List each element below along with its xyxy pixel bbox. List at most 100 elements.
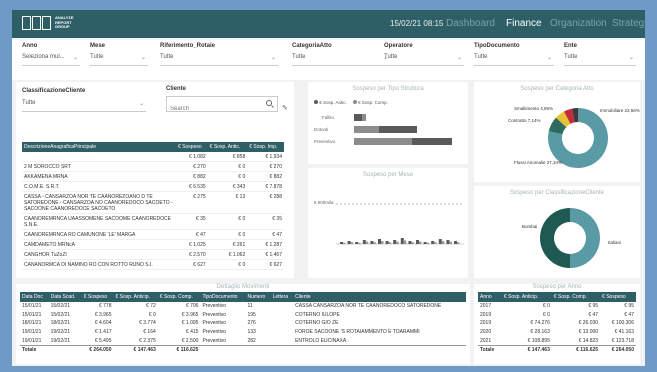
bar[interactable] [354,114,362,121]
bar[interactable] [378,239,381,244]
filter-select[interactable]: Tutte ⌄ [564,54,636,66]
bar[interactable] [408,241,412,244]
table-row[interactable]: CASSA - CANSARZOA NOR TE CAANOREZOANO D … [22,191,284,214]
filter-select[interactable]: Seleziona mul... ⌄ [22,54,80,66]
bar[interactable] [411,242,414,244]
column-header[interactable]: € Sospeso [600,292,636,302]
filter-operatore[interactable]: Operatore Tutte ⌄ [384,43,464,66]
classificazione-filter[interactable]: ClassificazioneCliente Tutte ⌄ [22,88,146,112]
filter-select[interactable]: Tutte ⌄ [292,54,390,66]
table-row[interactable]: CAANOREMRNCA RO CAMUNONE 'LE' MARGA € 47 €… [22,229,284,240]
bar[interactable] [446,240,450,244]
bar[interactable] [431,241,435,244]
classificazione-select[interactable]: Tutte ⌄ [22,100,146,112]
nav-finance[interactable]: Finance [506,18,542,29]
bar[interactable] [385,241,389,244]
column-header[interactable]: € Sosp. Antic. [207,142,248,152]
filter-select[interactable]: Tutte ⌄ [90,54,148,66]
column-header[interactable]: € Sosp. Anticip. [501,292,552,302]
bar[interactable] [426,242,430,244]
filter-tipo-documento[interactable]: TipoDocumento Tutte ⌄ [474,43,554,66]
column-header[interactable]: € Sosp. Imp. [247,142,284,152]
column-header[interactable]: € Sospeso [81,292,114,302]
table-row[interactable]: 19/01/21 19/02/21 € 5.495 € 2.375 € 2.500 Pre… [20,336,466,345]
filter-select[interactable]: Tutte ⌄ [160,54,278,66]
bar[interactable] [365,241,369,244]
bar[interactable] [438,239,442,244]
bar[interactable] [355,242,359,244]
table-row[interactable]: CAMDAMETO MRNcA € 1.025 € 261 € 1.287 [22,239,284,250]
column-header[interactable]: Cliente [293,292,466,302]
table-row[interactable]: 2 M SOROCCO SRT € 270 € 0 € 270 [22,161,284,172]
bar[interactable] [396,241,399,244]
bar[interactable] [393,240,397,244]
column-header[interactable]: Data Doc [20,292,49,302]
table-row[interactable]: € 1.082 € 858 € 1.934 [22,152,284,162]
donut-slice[interactable] [540,208,570,268]
column-header[interactable]: € Sosp. Comp. [551,292,601,302]
table-row[interactable]: AKKAMENA MRNA € 882 € 0 € 882 [22,171,284,182]
column-header[interactable]: DescrizioneAnagraficaPrincipale [22,142,176,152]
bar[interactable] [419,241,422,244]
table-row[interactable]: 18/01/21 18/02/21 € 4.604 € 3.774 € 1.095 Pre… [20,319,466,328]
table-row[interactable]: 2019 € 0 € 47 € 47 [478,311,636,320]
table-row[interactable]: CAANOREMRNCA UAASSOMENE SACOOME CAANORED… [22,213,284,230]
table-row[interactable]: 15/01/21 15/02/21 € 778 € 72 € 706 Preventivo… [20,302,466,311]
bar[interactable] [423,242,427,244]
bar[interactable] [347,241,351,244]
table-row[interactable]: 2020 € 28.163 € 13.000 € 41.163 [478,328,636,337]
filter-mese[interactable]: Mese Tutte ⌄ [90,43,148,66]
nav-organization[interactable]: Organization [550,18,607,29]
eraser-icon[interactable]: ✎ [282,104,288,112]
bar[interactable] [403,240,407,244]
column-header[interactable]: € Sosp. Comp. [157,292,201,302]
column-header[interactable]: Anno [478,292,502,302]
bar[interactable] [370,241,374,244]
filter-select[interactable]: Tutte ⌄ [474,54,554,66]
bar[interactable] [362,240,366,244]
bar[interactable] [350,242,354,244]
column-header[interactable]: TipoDocumento [200,292,246,302]
bar[interactable] [373,242,376,244]
donut-slice[interactable] [570,208,600,268]
table-row[interactable]: CANGHOR TuZoZI € 2.570 € 1.062 € 1.467 [22,249,284,260]
bar[interactable] [454,241,457,244]
bar[interactable] [449,241,452,244]
table-row[interactable]: C.O.M.E. S.R.T. € 6.535 € 343 € 7.878 [22,181,284,192]
column-header[interactable]: Data Scad. [48,292,82,302]
bar[interactable] [457,242,460,244]
bar[interactable] [434,242,437,244]
bar[interactable] [381,241,384,244]
bar[interactable] [441,241,445,244]
search-icon[interactable] [266,100,272,106]
filter-anno[interactable]: Anno Seleziona mul... ⌄ [22,43,80,66]
table-row[interactable]: 2017 € 0 € 95 € 95 [478,302,636,311]
filter-ente[interactable]: Ente Tutte ⌄ [564,43,636,66]
bar[interactable] [340,242,343,244]
bar[interactable] [354,126,379,133]
column-header[interactable]: € Sosp. Anticip. [113,292,158,302]
table-row[interactable]: CANANORMCA DI NAMINO RO CON ROTTO RUNO S… [22,259,284,270]
column-header[interactable]: € Sospeso [176,142,208,152]
search-input[interactable] [167,102,253,116]
nav-strategy[interactable]: Strategy [612,18,645,29]
table-row[interactable]: 2021 € 108.895 € 14.823 € 123.718 [478,336,636,345]
column-header[interactable]: Numero [245,292,271,302]
filter-riferimento[interactable]: Riferimento_Rotaie Tutte ⌄ [160,43,278,66]
bar[interactable] [400,238,404,244]
table-row[interactable]: 19/01/21 19/02/21 € 1.417 € 164 € 415 Prevent… [20,328,466,337]
bar[interactable] [358,242,361,244]
filter-categoria-atto[interactable]: CategoriaAtto Tutte ⌄ [292,43,390,66]
table-row[interactable]: 2019 € 74.276 € 26.030 € 100.306 [478,319,636,328]
bar[interactable] [416,240,419,244]
table-row[interactable]: 15/01/21 15/02/21 € 3.965 € 0 € 3.965 Prevent… [20,311,466,320]
filter-select[interactable]: Tutte ⌄ [384,54,464,66]
bar[interactable] [412,138,452,145]
bar[interactable] [379,126,417,133]
bar[interactable] [388,242,392,244]
bar[interactable] [354,138,412,145]
bar[interactable] [362,114,366,121]
bar[interactable] [343,242,346,244]
column-header[interactable]: Lettera [270,292,294,302]
nav-dashboard[interactable]: Dashboard [446,18,495,29]
